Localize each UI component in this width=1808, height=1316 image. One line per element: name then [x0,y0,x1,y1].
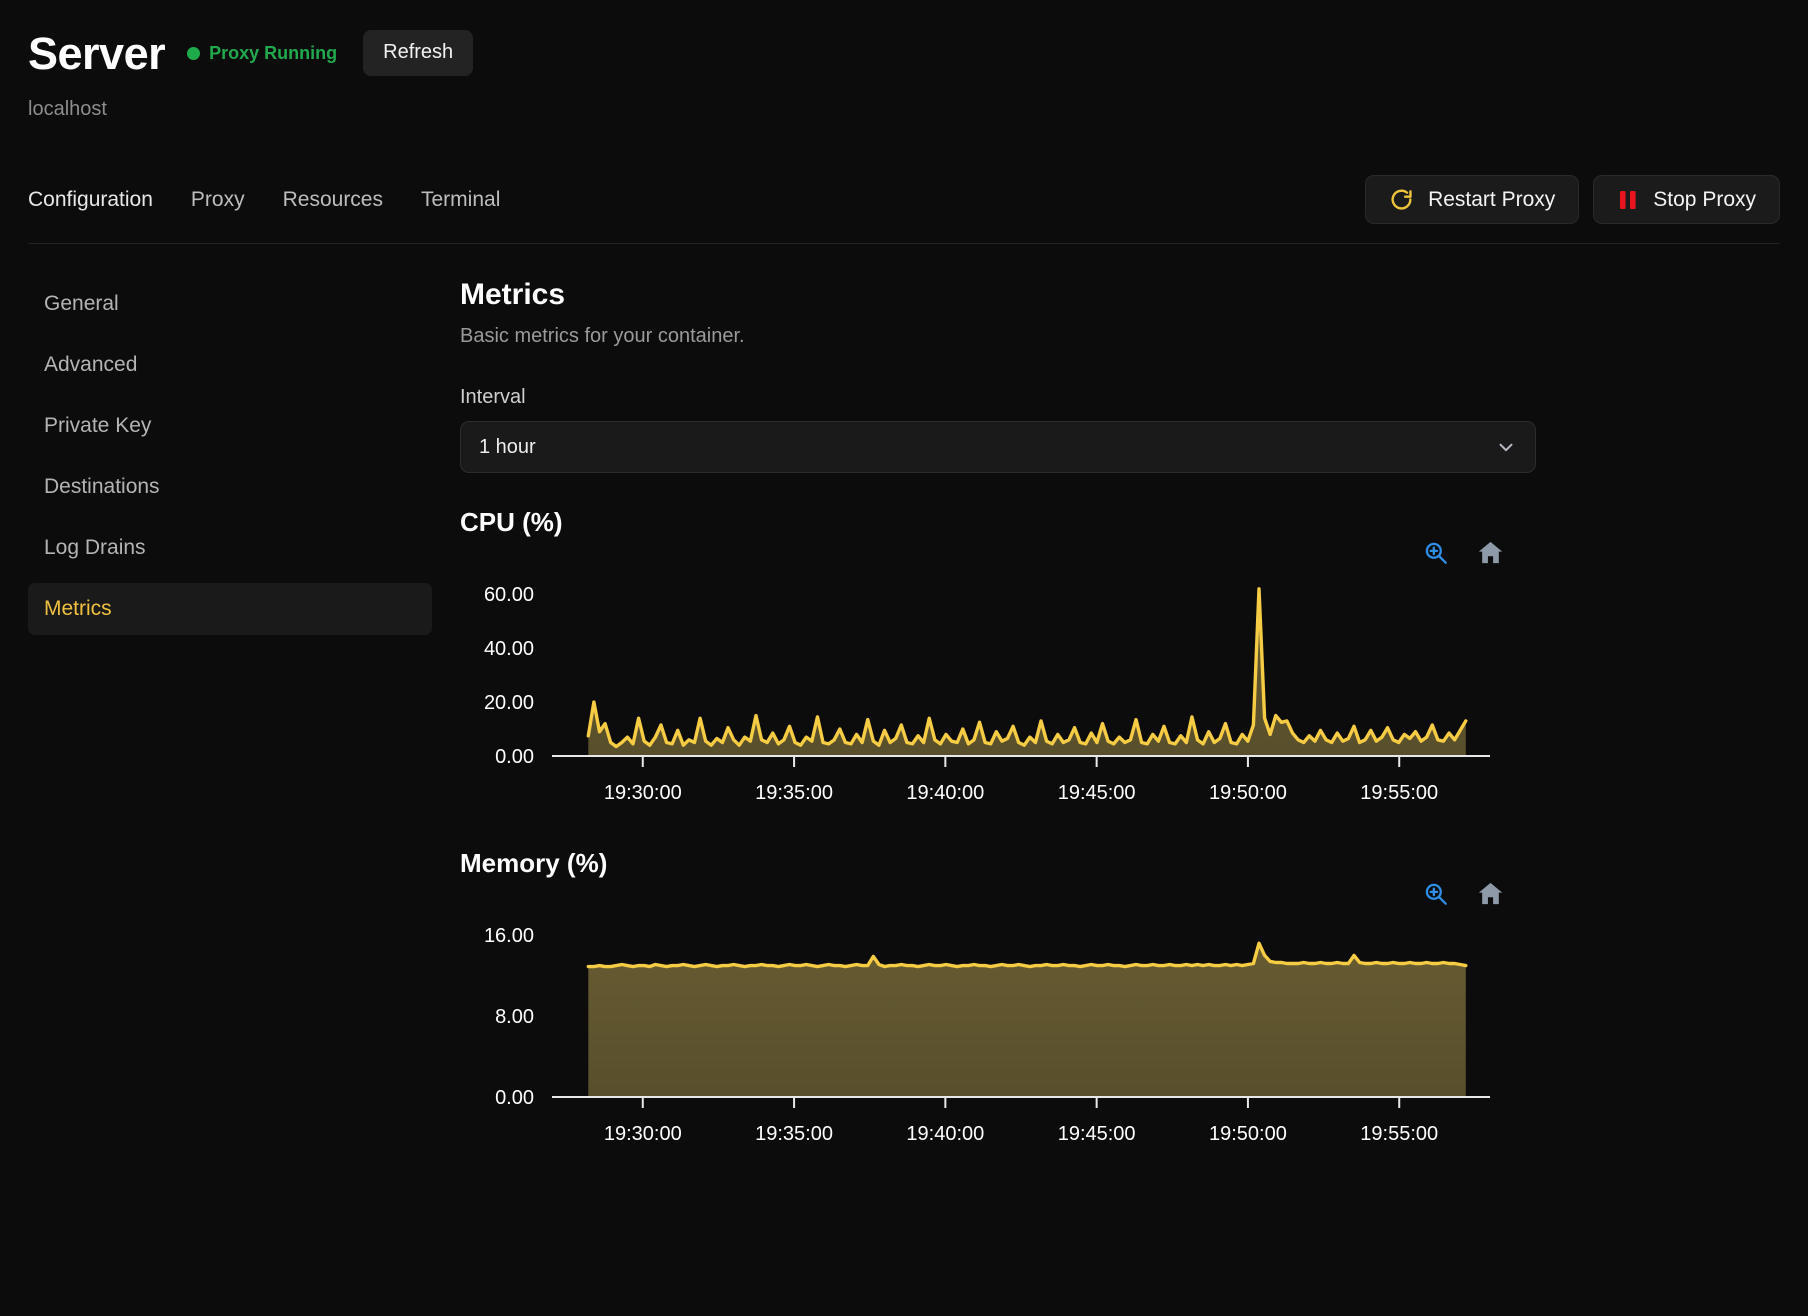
sidebar-item-metrics[interactable]: Metrics [28,583,432,635]
tab-configuration[interactable]: Configuration [28,188,153,212]
svg-text:16.00: 16.00 [484,925,534,947]
status-dot-icon [187,47,200,60]
svg-text:0.00: 0.00 [495,746,534,768]
interval-select[interactable]: 1 hour [460,421,1536,473]
pause-icon [1617,188,1639,212]
zoom-in-icon[interactable] [1423,540,1449,566]
cpu-chart-tools [1423,539,1504,566]
stop-proxy-label: Stop Proxy [1653,188,1756,212]
svg-text:19:55:00: 19:55:00 [1360,1123,1438,1145]
sidebar-item-log-drains[interactable]: Log Drains [28,522,432,574]
server-metrics-page: Server Proxy Running Refresh localhost C… [0,0,1808,1316]
home-icon[interactable] [1477,539,1504,566]
title-row: Server Proxy Running Refresh [28,20,1780,86]
sidebar-item-advanced[interactable]: Advanced [28,339,432,391]
metrics-title: Metrics [460,278,1776,312]
svg-text:19:40:00: 19:40:00 [906,1123,984,1145]
svg-text:19:35:00: 19:35:00 [755,782,833,804]
settings-sidebar: General Advanced Private Key Destination… [0,244,460,1155]
refresh-button[interactable]: Refresh [363,30,473,76]
cpu-chart-svg: 0.00 20.00 40.00 60.00 19:30:00 19:35:00 19:40… [460,564,1504,814]
memory-chart-block: Memory (%) 0.008.0 [460,848,1536,1155]
sidebar-item-general[interactable]: General [28,278,432,330]
svg-text:19:30:00: 19:30:00 [604,1123,682,1145]
interval-selected-value: 1 hour [479,436,536,459]
tab-proxy[interactable]: Proxy [191,188,245,212]
host-subtitle: localhost [28,98,1780,121]
tab-terminal[interactable]: Terminal [421,188,500,212]
sidebar-item-destinations[interactable]: Destinations [28,461,432,513]
refresh-circular-arrow-icon [1389,187,1414,212]
home-icon[interactable] [1477,880,1504,907]
page-body: General Advanced Private Key Destination… [0,244,1808,1155]
stop-proxy-button[interactable]: Stop Proxy [1593,175,1780,224]
metrics-panel: Metrics Basic metrics for your container… [460,244,1808,1155]
cpu-chart-title: CPU (%) [460,507,1536,538]
svg-text:19:50:00: 19:50:00 [1209,782,1287,804]
page-title: Server [28,31,165,76]
svg-text:19:45:00: 19:45:00 [1058,782,1136,804]
svg-text:0.00: 0.00 [495,1087,534,1109]
svg-text:40.00: 40.00 [484,638,534,660]
cpu-chart-block: CPU (%) 0.0020.004 [460,507,1536,814]
svg-text:19:50:00: 19:50:00 [1209,1123,1287,1145]
svg-text:19:30:00: 19:30:00 [604,782,682,804]
memory-chart-title: Memory (%) [460,848,1536,879]
tab-bar: Configuration Proxy Resources Terminal R… [28,175,1780,244]
memory-chart-tools [1423,880,1504,907]
chevron-down-icon [1495,436,1517,458]
tab-list: Configuration Proxy Resources Terminal [28,188,500,212]
zoom-in-icon[interactable] [1423,881,1449,907]
interval-label: Interval [460,386,1776,409]
metrics-description: Basic metrics for your container. [460,325,1776,348]
svg-text:60.00: 60.00 [484,584,534,606]
svg-text:19:45:00: 19:45:00 [1058,1123,1136,1145]
memory-chart-svg: 0.00 8.00 16.00 19:30:00 19:35:00 19:40:00 19:… [460,905,1504,1155]
sidebar-item-private-key[interactable]: Private Key [28,400,432,452]
page-header: Server Proxy Running Refresh localhost [0,0,1808,121]
tab-resources[interactable]: Resources [283,188,383,212]
svg-text:19:35:00: 19:35:00 [755,1123,833,1145]
svg-text:20.00: 20.00 [484,692,534,714]
proxy-actions: Restart Proxy Stop Proxy [1365,175,1780,224]
svg-text:19:55:00: 19:55:00 [1360,782,1438,804]
restart-proxy-button[interactable]: Restart Proxy [1365,175,1579,224]
status-badge: Proxy Running [187,43,337,64]
restart-proxy-label: Restart Proxy [1428,188,1555,212]
svg-text:8.00: 8.00 [495,1006,534,1028]
svg-text:19:40:00: 19:40:00 [906,782,984,804]
status-label: Proxy Running [209,43,337,64]
